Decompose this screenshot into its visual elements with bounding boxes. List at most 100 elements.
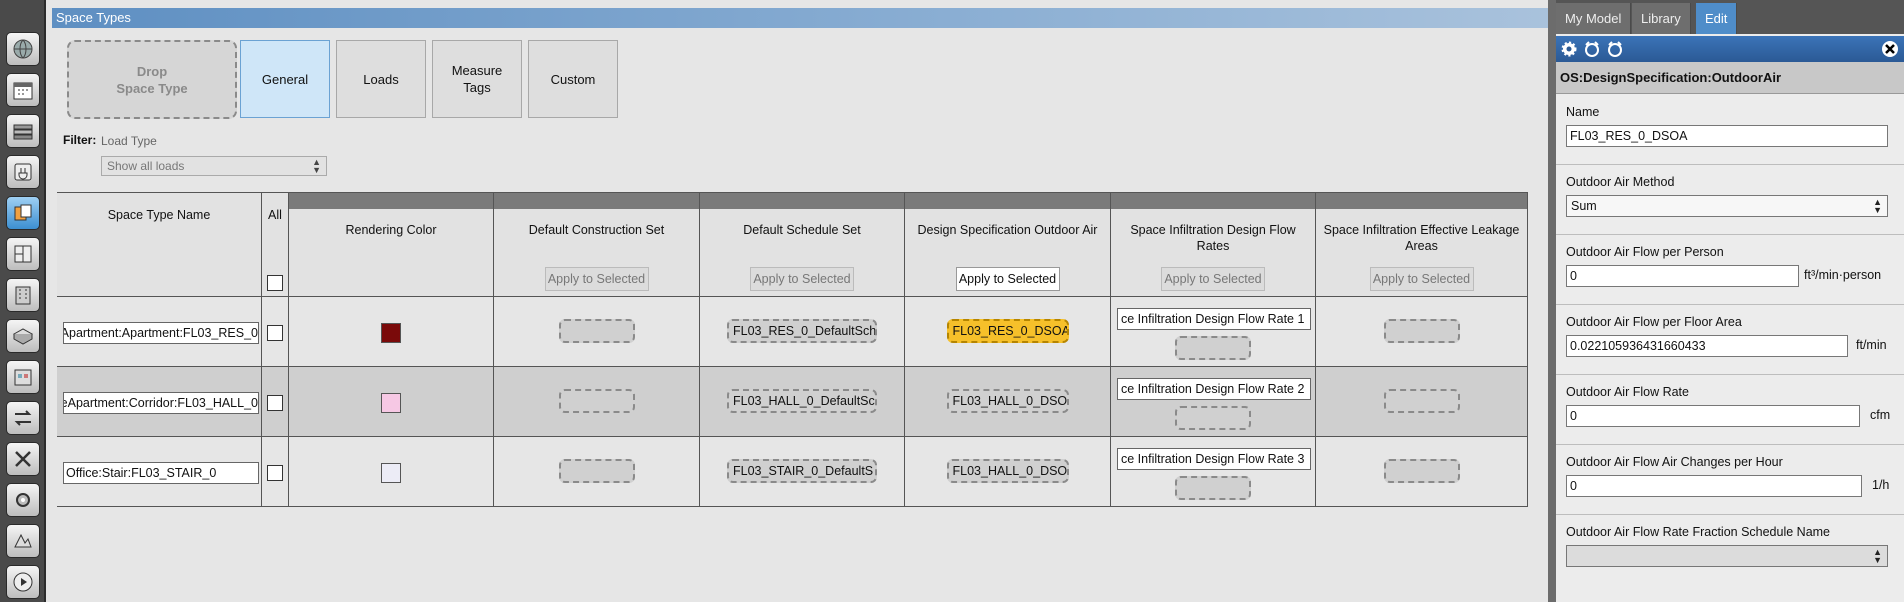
color-cell	[289, 297, 494, 366]
dsoa-drop-slot[interactable]: FL03_HALL_0_DSOA	[946, 389, 1069, 413]
globe-icon	[13, 39, 33, 59]
select-arrows-icon: ▲ ▼	[1873, 197, 1882, 215]
infiltration-drop-slot[interactable]	[1175, 336, 1251, 360]
run-simulation-button[interactable]	[6, 565, 40, 599]
tab-loads[interactable]: Loads	[336, 40, 426, 118]
thermal-zones-button[interactable]	[6, 360, 40, 394]
table-header: Space Type Name All Rendering Color Defa…	[57, 192, 1528, 297]
dsoa-drop-slot-selected[interactable]: FL03_RES_0_DSOA	[946, 319, 1069, 343]
col-leakage-header: Space Infiltration Effective Leakage Are…	[1316, 193, 1528, 296]
infiltration-flow-rate-input[interactable]: ce Infiltration Design Flow Rate 3	[1117, 448, 1311, 470]
rendering-color-swatch[interactable]	[381, 463, 401, 483]
facility-button[interactable]	[6, 278, 40, 312]
construction-cell	[494, 367, 700, 436]
oa-method-select[interactable]: Sum ▲ ▼	[1566, 195, 1888, 217]
infiltration-drop-slot[interactable]	[1175, 406, 1251, 430]
select-arrows-icon: ▲ ▼	[312, 157, 321, 175]
measure-tool-icon-2[interactable]	[1605, 39, 1625, 59]
row-select-checkbox[interactable]	[267, 465, 283, 481]
space-type-name-input[interactable]: MidriseApartment:Corridor:FL03_HALL_0	[63, 392, 259, 414]
leakage-drop-slot[interactable]	[1383, 389, 1460, 413]
construction-cell	[494, 297, 700, 366]
construction-cell	[494, 437, 700, 506]
schedule-set-drop-slot[interactable]: FL03_STAIR_0_DefaultS	[727, 459, 877, 483]
apply-construction-button[interactable]: Apply to Selected	[544, 267, 649, 291]
tab-edit[interactable]: Edit	[1696, 3, 1738, 34]
header-band	[1316, 193, 1527, 209]
per-area-unit: ft/min	[1856, 338, 1887, 352]
calendar-icon	[13, 82, 33, 100]
leakage-cell	[1316, 297, 1528, 366]
rendering-color-swatch[interactable]	[381, 323, 401, 343]
gear-icon[interactable]	[1559, 39, 1579, 59]
oa-method-field: Outdoor Air Method Sum ▲ ▼	[1556, 165, 1904, 235]
output-variables-button[interactable]	[6, 442, 40, 476]
oa-method-value: Sum	[1571, 199, 1597, 213]
dsoa-cell: FL03_RES_0_DSOA	[905, 297, 1111, 366]
col-dsoa-label: Design Specification Outdoor Air	[917, 223, 1098, 237]
header-band	[1111, 193, 1315, 209]
space-type-name-input[interactable]: Office:Stair:FL03_STAIR_0	[63, 462, 259, 484]
rendering-color-swatch[interactable]	[381, 393, 401, 413]
tab-custom[interactable]: Custom	[528, 40, 618, 118]
construction-set-drop-slot[interactable]	[558, 459, 635, 483]
tab-my-model[interactable]: My Model	[1556, 3, 1632, 34]
leakage-drop-slot[interactable]	[1383, 319, 1460, 343]
col-leakage-label: Space Infiltration Effective Leakage Are…	[1323, 223, 1520, 253]
construction-set-drop-slot[interactable]	[558, 319, 635, 343]
leakage-cell	[1316, 437, 1528, 506]
constructions-button[interactable]	[6, 114, 40, 148]
row-select-checkbox[interactable]	[267, 395, 283, 411]
schedules-button[interactable]	[6, 73, 40, 107]
infiltration-flow-rate-input[interactable]: ce Infiltration Design Flow Rate 1	[1117, 308, 1311, 330]
geometry-button[interactable]	[6, 237, 40, 271]
col-name-header: Space Type Name	[57, 193, 262, 296]
close-icon[interactable]	[1880, 39, 1900, 59]
infiltration-drop-slot[interactable]	[1175, 476, 1251, 500]
apply-dsoa-button[interactable]: Apply to Selected	[955, 267, 1060, 291]
leakage-drop-slot[interactable]	[1383, 459, 1460, 483]
color-cell	[289, 367, 494, 436]
header-band	[494, 193, 699, 209]
measures-button[interactable]	[6, 524, 40, 558]
thermal-zones-icon	[14, 369, 32, 386]
schedule-set-drop-slot[interactable]: FL03_RES_0_DefaultSch	[727, 319, 877, 343]
measure-tool-icon[interactable]	[1582, 39, 1602, 59]
select-cell	[262, 297, 289, 366]
select-arrows-icon: ▲ ▼	[1873, 547, 1882, 565]
infiltration-flow-rate-input[interactable]: ce Infiltration Design Flow Rate 2	[1117, 378, 1311, 400]
per-person-label: Outdoor Air Flow per Person	[1566, 245, 1724, 259]
drop-space-type-zone[interactable]: Drop Space Type	[67, 40, 237, 119]
apply-infiltration-button[interactable]: Apply to Selected	[1161, 267, 1265, 291]
per-area-input[interactable]: 0.022105936431660433	[1566, 335, 1848, 357]
schedule-select[interactable]: ▲ ▼	[1566, 545, 1888, 567]
schedule-label: Outdoor Air Flow Rate Fraction Schedule …	[1566, 525, 1831, 539]
ach-input[interactable]: 0	[1566, 475, 1862, 497]
site-button[interactable]	[6, 32, 40, 66]
load-type-filter-select[interactable]: Show all loads ▲ ▼	[101, 156, 327, 176]
tab-loads-label: Loads	[363, 71, 399, 87]
apply-schedule-button[interactable]: Apply to Selected	[750, 267, 854, 291]
tab-library[interactable]: Library	[1632, 3, 1691, 34]
hvac-systems-button[interactable]	[6, 401, 40, 435]
select-all-checkbox[interactable]	[267, 275, 283, 291]
apply-leakage-button[interactable]: Apply to Selected	[1369, 267, 1474, 291]
spaces-button[interactable]	[6, 319, 40, 353]
tab-general[interactable]: General	[240, 40, 330, 118]
tab-measure-tags[interactable]: Measure Tags	[432, 40, 522, 118]
dsoa-drop-slot[interactable]: FL03_HALL_0_DSOA	[946, 459, 1069, 483]
measures-icon	[14, 533, 32, 548]
flow-rate-input[interactable]: 0	[1566, 405, 1860, 427]
simulation-settings-button[interactable]	[6, 483, 40, 517]
name-input[interactable]: FL03_RES_0_DSOA	[1566, 125, 1888, 147]
schedule-set-drop-slot[interactable]: FL03_HALL_0_DefaultSch	[727, 389, 877, 413]
row-select-checkbox[interactable]	[267, 325, 283, 341]
space-type-name-input[interactable]: MidriseApartment:Apartment:FL03_RES_0	[63, 322, 259, 344]
loads-button[interactable]	[6, 155, 40, 189]
table-row: MidriseApartment:Corridor:FL03_HALL_0 FL…	[57, 367, 1528, 437]
name-cell: Office:Stair:FL03_STAIR_0	[57, 437, 262, 506]
dsoa-cell: FL03_HALL_0_DSOA	[905, 367, 1111, 436]
per-person-input[interactable]: 0	[1566, 265, 1799, 287]
space-types-button[interactable]	[6, 196, 40, 230]
construction-set-drop-slot[interactable]	[558, 389, 635, 413]
